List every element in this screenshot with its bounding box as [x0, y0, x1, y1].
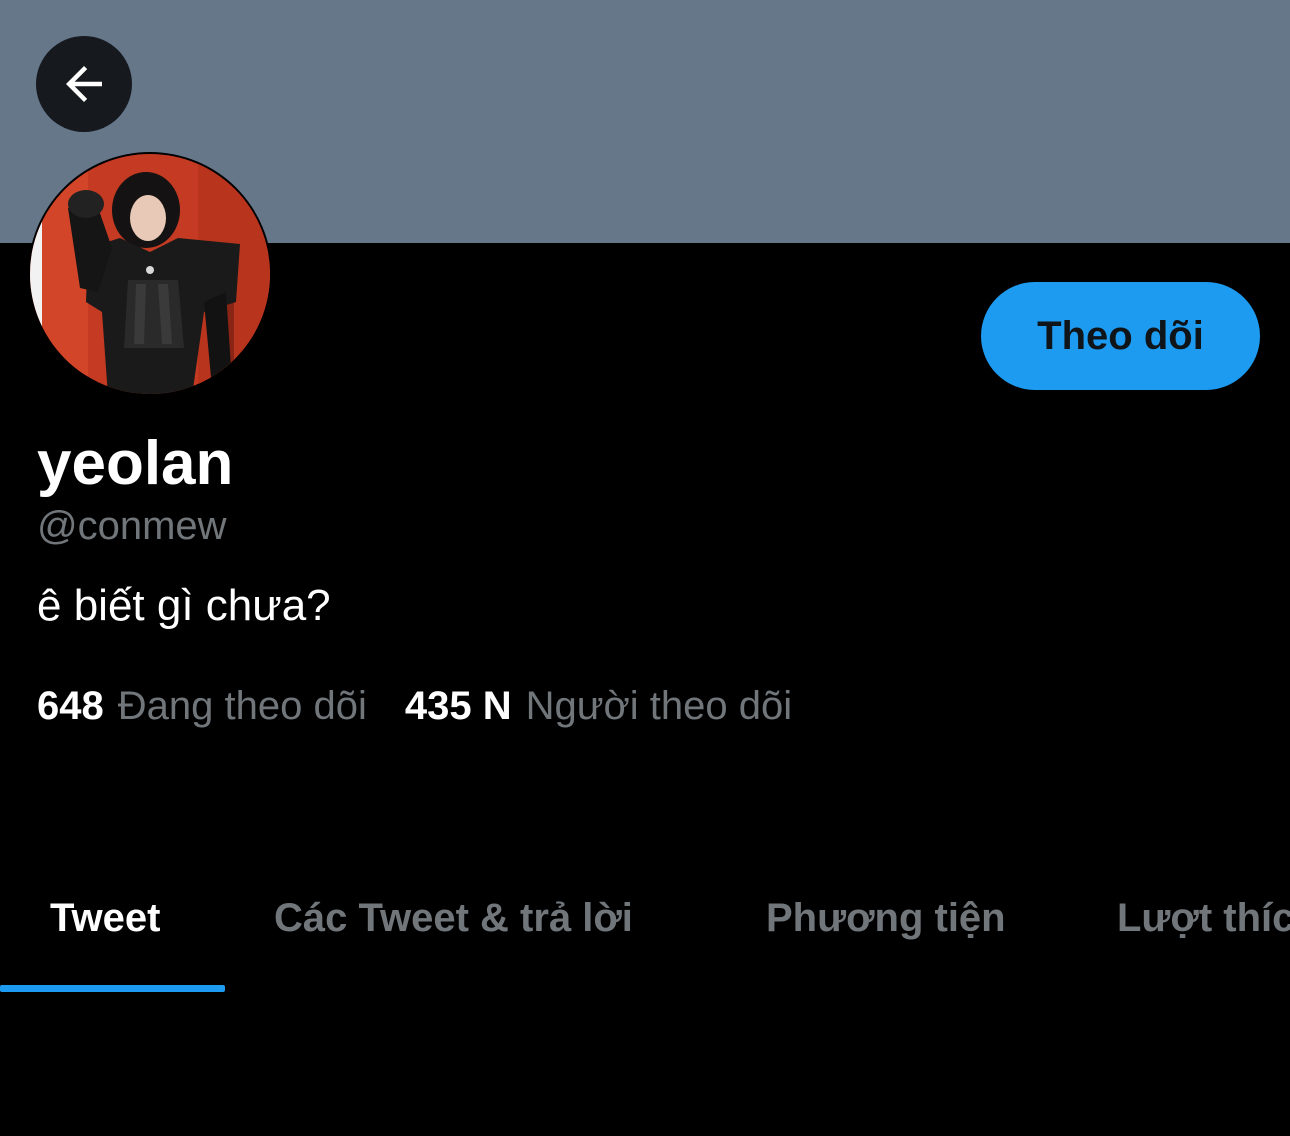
- arrow-left-icon: [66, 66, 102, 102]
- avatar[interactable]: [28, 152, 272, 396]
- display-name: yeolan: [37, 429, 234, 498]
- following-stat[interactable]: 648 Đang theo dõi: [37, 680, 367, 732]
- followers-stat[interactable]: 435 N Người theo dõi: [405, 680, 792, 732]
- following-label: Đang theo dõi: [117, 684, 367, 728]
- tab-media[interactable]: Phương tiện: [766, 890, 1006, 946]
- user-handle: @conmew: [37, 504, 227, 548]
- tab-likes[interactable]: Lượt thích: [1117, 890, 1290, 946]
- tab-tweets[interactable]: Tweet: [50, 890, 160, 946]
- follow-button[interactable]: Theo dõi: [981, 282, 1260, 390]
- profile-bio: ê biết gì chưa?: [37, 581, 331, 630]
- followers-label: Người theo dõi: [525, 684, 793, 728]
- profile-stats: 648 Đang theo dõi 435 N Người theo dõi: [37, 680, 792, 732]
- tab-tweets-and-replies[interactable]: Các Tweet & trả lời: [274, 890, 633, 946]
- profile-tabs: Tweet Các Tweet & trả lời Phương tiện Lư…: [0, 860, 1290, 995]
- following-count: 648: [37, 684, 104, 728]
- back-button[interactable]: [36, 36, 132, 132]
- avatar-image: [30, 154, 270, 394]
- followers-count: 435 N: [404, 684, 512, 728]
- active-tab-indicator: [0, 985, 225, 992]
